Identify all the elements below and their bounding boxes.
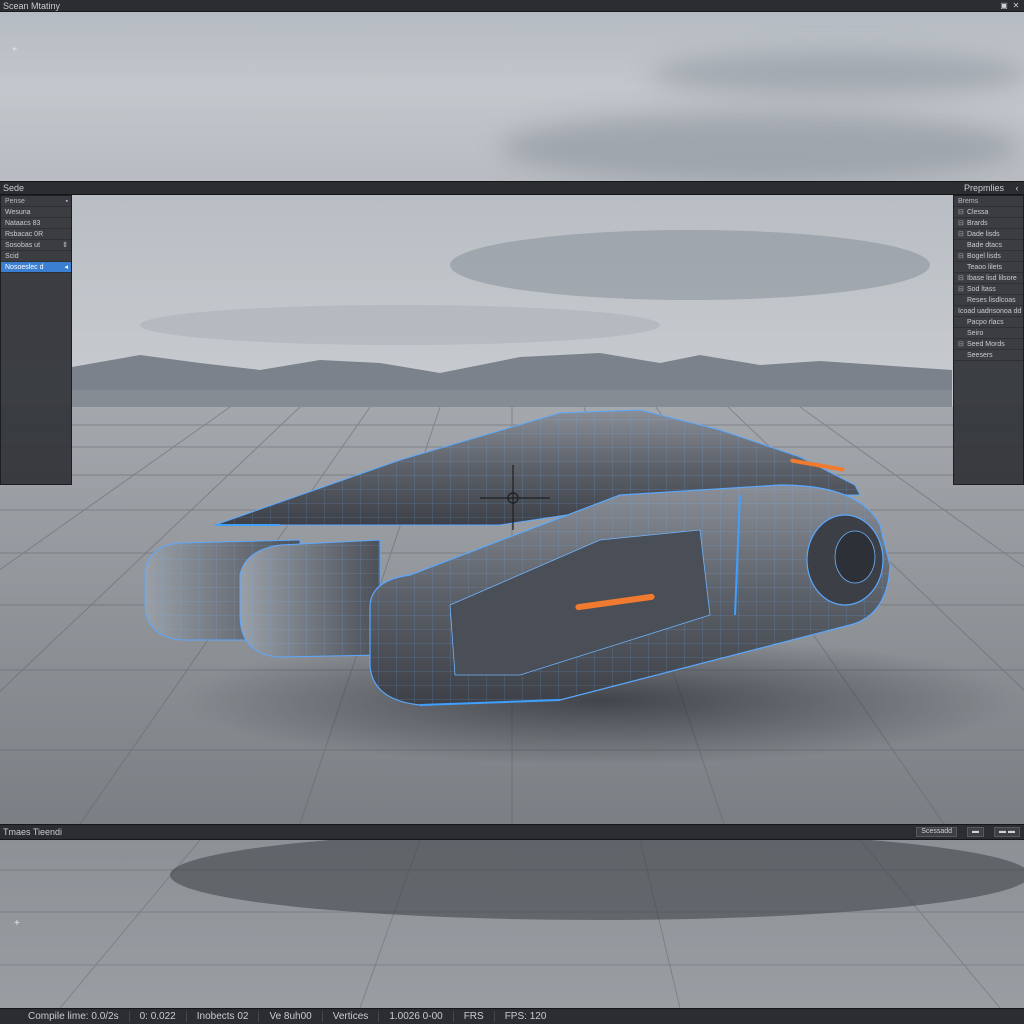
toggle-icon[interactable]: ⊟ — [958, 218, 967, 228]
outliner-item[interactable]: Sosobas ut ⇕ — [1, 240, 71, 251]
cloud — [140, 305, 660, 345]
outliner-item-selected[interactable]: Nosoeslec d ◂ — [1, 262, 71, 273]
outliner-item[interactable]: Scid — [1, 251, 71, 262]
status-value: 0: 0.022 — [130, 1011, 187, 1022]
property-row[interactable]: ⊟ Sod ltass — [954, 284, 1023, 295]
property-row[interactable]: ⊟ Dade lisds — [954, 229, 1023, 240]
outliner-panel: Pense ▪ Wesuna Nataacs 83 Rsbacac 0R Sos… — [0, 195, 72, 485]
lower-viewport[interactable]: + — [0, 840, 1024, 1008]
outliner-item[interactable]: Rsbacac 0R — [1, 229, 71, 240]
toggle-icon[interactable]: ⊟ — [958, 339, 967, 349]
fps-readout: FPS: 120 — [504, 1011, 547, 1022]
timeline-bar: Tmaes Tieendi Scessadd ▬ ▬ ▬ — [0, 824, 1024, 840]
timeline-label: Tmaes Tieendi — [3, 827, 63, 837]
outliner-header: Pense ▪ — [1, 196, 71, 207]
crosshair-icon: + — [12, 44, 18, 54]
property-row[interactable]: Pacpo rlacs — [954, 317, 1023, 328]
timeline-controls: Scessadd ▬ ▬ ▬ — [916, 827, 1024, 837]
lower-render: + — [0, 840, 1024, 1008]
property-row[interactable]: Icoad uadnsonoa dd lns — [954, 306, 1023, 317]
3d-viewport[interactable] — [0, 195, 1024, 824]
scene-bar: Sede Prepmlies ‹ — [0, 181, 1024, 195]
property-row[interactable]: Reses lisdlcoas — [954, 295, 1023, 306]
property-row[interactable]: Seesers — [954, 350, 1023, 361]
close-icon[interactable]: ✕ — [1012, 1, 1020, 10]
outliner-item[interactable]: Wesuna — [1, 207, 71, 218]
property-row[interactable]: ⊟ Clessa — [954, 207, 1023, 218]
sort-icon[interactable]: ⇕ — [62, 240, 71, 250]
objects-count: Inobects 02 — [187, 1011, 260, 1022]
maximize-icon[interactable]: ▣ — [1000, 1, 1008, 10]
status-bar: Compile lime: 0.0/2s 0: 0.022 Inobects 0… — [0, 1008, 1024, 1024]
toggle-icon[interactable]: ⊟ — [958, 273, 967, 283]
property-row[interactable]: ⊟ Ibase lisd lilsore — [954, 273, 1023, 284]
toggle-icon[interactable]: ⊟ — [958, 284, 967, 294]
background-sky: + — [0, 12, 1024, 181]
timeline-view-button[interactable]: ▬ ▬ — [994, 827, 1020, 837]
expand-icon[interactable]: ◂ — [64, 262, 71, 272]
scene-tab[interactable]: Sede — [0, 183, 24, 193]
toggle-icon[interactable]: ⊟ — [958, 251, 967, 261]
properties-panel: Brems ⊟ Clessa ⊟ Brards ⊟ Dade lisds Bade d… — [953, 195, 1024, 485]
toggle-icon[interactable]: ⊟ — [958, 207, 967, 217]
property-row[interactable]: ⊟ Seed Mords — [954, 339, 1023, 350]
properties-tab[interactable]: Prepmlies — [964, 183, 1014, 193]
outliner-item[interactable]: Nataacs 83 — [1, 218, 71, 229]
property-row[interactable]: ⊟ Bogel lisds — [954, 251, 1023, 262]
property-row[interactable]: Seiro — [954, 328, 1023, 339]
compile-time: Compile lime: 0.0/2s — [0, 1011, 130, 1022]
frs-label: FRS — [454, 1011, 495, 1022]
collapse-icon[interactable]: ‹ — [1014, 183, 1024, 193]
outliner-collapse-icon[interactable]: ▪ — [66, 196, 71, 206]
vertices-label: Vertices — [323, 1011, 380, 1022]
window-controls: ▣ ✕ — [1000, 1, 1024, 10]
property-row[interactable]: ⊟ Brards — [954, 218, 1023, 229]
cloud — [450, 230, 930, 300]
toggle-icon[interactable]: ⊟ — [958, 229, 967, 239]
timeline-mode-button[interactable]: Scessadd — [916, 827, 958, 837]
vertices-value: 1.0026 0-00 — [379, 1011, 454, 1022]
status-value: Ve 8uh00 — [259, 1011, 323, 1022]
window-title: Scean Mtatiny — [3, 0, 61, 11]
property-row[interactable]: Bade dtacs — [954, 240, 1023, 251]
property-row[interactable]: Teaoo lilets — [954, 262, 1023, 273]
lower-shadow — [170, 840, 1024, 920]
timeline-toggle-button[interactable]: ▬ — [967, 827, 985, 837]
properties-header: Brems — [954, 196, 1023, 207]
crosshair-icon: + — [14, 918, 20, 929]
title-bar: Scean Mtatiny ▣ ✕ — [0, 0, 1024, 12]
viewport-render — [0, 230, 1024, 824]
